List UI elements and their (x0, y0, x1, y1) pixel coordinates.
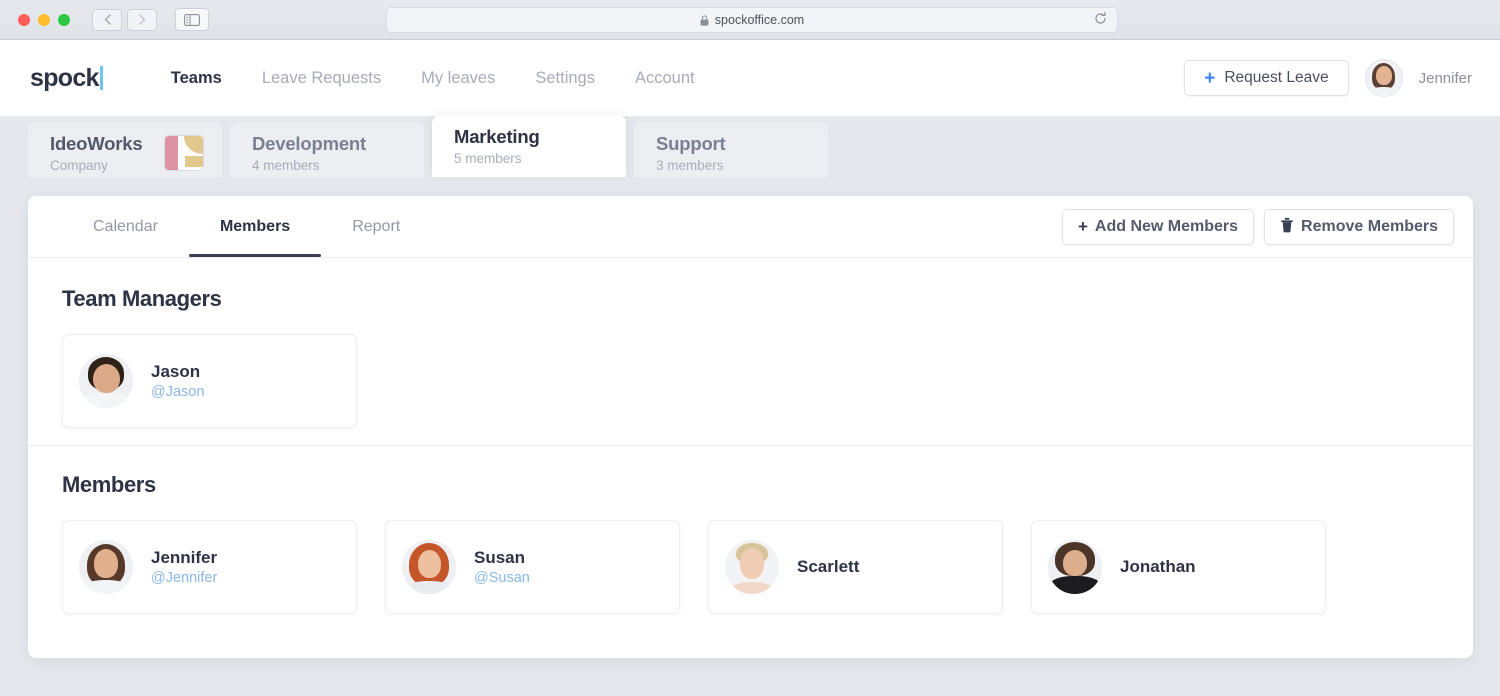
window-traffic-lights (18, 13, 70, 26)
team-content-panel: Calendar Members Report + Add New Member… (28, 196, 1473, 658)
member-card-susan[interactable]: Susan @Susan (385, 520, 680, 614)
main-navigation: Teams Leave Requests My leaves Settings … (171, 69, 695, 88)
member-handle: @Susan (474, 570, 530, 586)
company-logo-icon (164, 135, 204, 171)
team-tab-name: Support (656, 133, 726, 154)
chevron-right-icon (138, 14, 145, 25)
plus-icon: + (1204, 67, 1216, 89)
address-bar[interactable]: spockoffice.com (386, 7, 1118, 33)
nav-item-leave-requests[interactable]: Leave Requests (262, 69, 381, 88)
chevron-left-icon (104, 14, 111, 25)
team-tab-subtitle: Company (50, 158, 108, 173)
member-name: Jonathan (1120, 557, 1196, 576)
reload-button[interactable] (1094, 12, 1107, 28)
team-managers-list: Jason @Jason (62, 334, 1439, 428)
lock-icon (700, 14, 709, 26)
trash-icon (1280, 217, 1294, 236)
browser-chrome: spockoffice.com (0, 0, 1500, 40)
avatar-susan (402, 540, 456, 594)
members-title: Members (62, 472, 156, 497)
avatar-scarlett (725, 540, 779, 594)
nav-item-settings[interactable]: Settings (535, 69, 595, 88)
team-tab-ideoworks[interactable]: IdeoWorks Company (28, 122, 222, 177)
team-tab-name: Development (252, 133, 366, 154)
minimize-window-button[interactable] (38, 13, 50, 26)
nav-item-account[interactable]: Account (635, 69, 695, 88)
tab-report[interactable]: Report (321, 196, 431, 257)
forward-button[interactable] (127, 8, 157, 31)
sub-tabs: Calendar Members Report (62, 196, 431, 257)
maximize-window-button[interactable] (58, 13, 70, 26)
nav-item-teams[interactable]: Teams (171, 69, 222, 88)
team-tab-name: Marketing (454, 126, 540, 147)
sidebar-toggle-icon (184, 13, 200, 26)
close-window-button[interactable] (18, 13, 30, 26)
member-actions: + Add New Members Remove Members (1061, 208, 1454, 245)
members-list: Jennifer @Jennifer Susan @Susan Scarlett… (62, 520, 1439, 614)
request-leave-label: Request Leave (1224, 69, 1329, 86)
manager-card-jason[interactable]: Jason @Jason (62, 334, 357, 428)
team-tabs: IdeoWorks Company Development 4 members … (0, 115, 1500, 177)
remove-members-button[interactable]: Remove Members (1264, 208, 1454, 245)
plus-icon: + (1077, 217, 1088, 236)
remove-members-label: Remove Members (1301, 217, 1438, 235)
team-tab-support[interactable]: Support 3 members (634, 122, 828, 177)
team-tab-development[interactable]: Development 4 members (230, 122, 424, 177)
browser-nav-buttons (92, 8, 157, 31)
current-user-name: Jennifer (1418, 69, 1472, 87)
nav-item-my-leaves[interactable]: My leaves (421, 69, 495, 88)
team-managers-title: Team Managers (62, 286, 222, 311)
request-leave-button[interactable]: + Request Leave (1184, 60, 1349, 96)
tab-members[interactable]: Members (188, 196, 322, 257)
member-handle: @Jennifer (151, 570, 218, 586)
avatar-jennifer (79, 540, 133, 594)
url-text: spockoffice.com (714, 13, 805, 27)
avatar-jonathan (1048, 540, 1102, 594)
add-new-members-label: Add New Members (1094, 217, 1239, 235)
member-name: Scarlett (797, 557, 860, 576)
app-header: spock Teams Leave Requests My leaves Set… (0, 40, 1500, 117)
app-logo[interactable]: spock (30, 64, 103, 93)
member-name: Jennifer (151, 548, 218, 567)
team-tab-subtitle: 3 members (656, 158, 724, 173)
members-section: Members Jennifer @Jennifer Susan @Susan … (28, 445, 1473, 614)
member-card-jennifer[interactable]: Jennifer @Jennifer (62, 520, 357, 614)
member-name: Susan (474, 548, 526, 567)
avatar-current-user[interactable] (1364, 59, 1403, 97)
team-managers-section: Team Managers Jason @Jason (28, 258, 1473, 428)
tab-calendar[interactable]: Calendar (62, 196, 189, 257)
member-card-scarlett[interactable]: Scarlett (708, 520, 1003, 614)
sub-tabs-bar: Calendar Members Report + Add New Member… (28, 196, 1473, 258)
team-tab-subtitle: 5 members (454, 151, 522, 166)
avatar-jason (79, 354, 133, 408)
reload-icon (1095, 12, 1106, 24)
team-tab-marketing[interactable]: Marketing 5 members (432, 115, 626, 177)
sidebar-toggle-button[interactable] (175, 8, 209, 31)
manager-name: Jason (151, 362, 201, 381)
app-logo-text: spock (30, 63, 99, 92)
team-tab-subtitle: 4 members (252, 158, 320, 173)
team-tab-name: IdeoWorks (50, 133, 143, 154)
header-right-group: + Request Leave Jennifer (1184, 59, 1472, 97)
back-button[interactable] (92, 8, 122, 31)
manager-handle: @Jason (151, 384, 205, 400)
member-card-jonathan[interactable]: Jonathan (1031, 520, 1326, 614)
add-new-members-button[interactable]: + Add New Members (1061, 208, 1255, 245)
logo-caret-icon (99, 66, 103, 90)
